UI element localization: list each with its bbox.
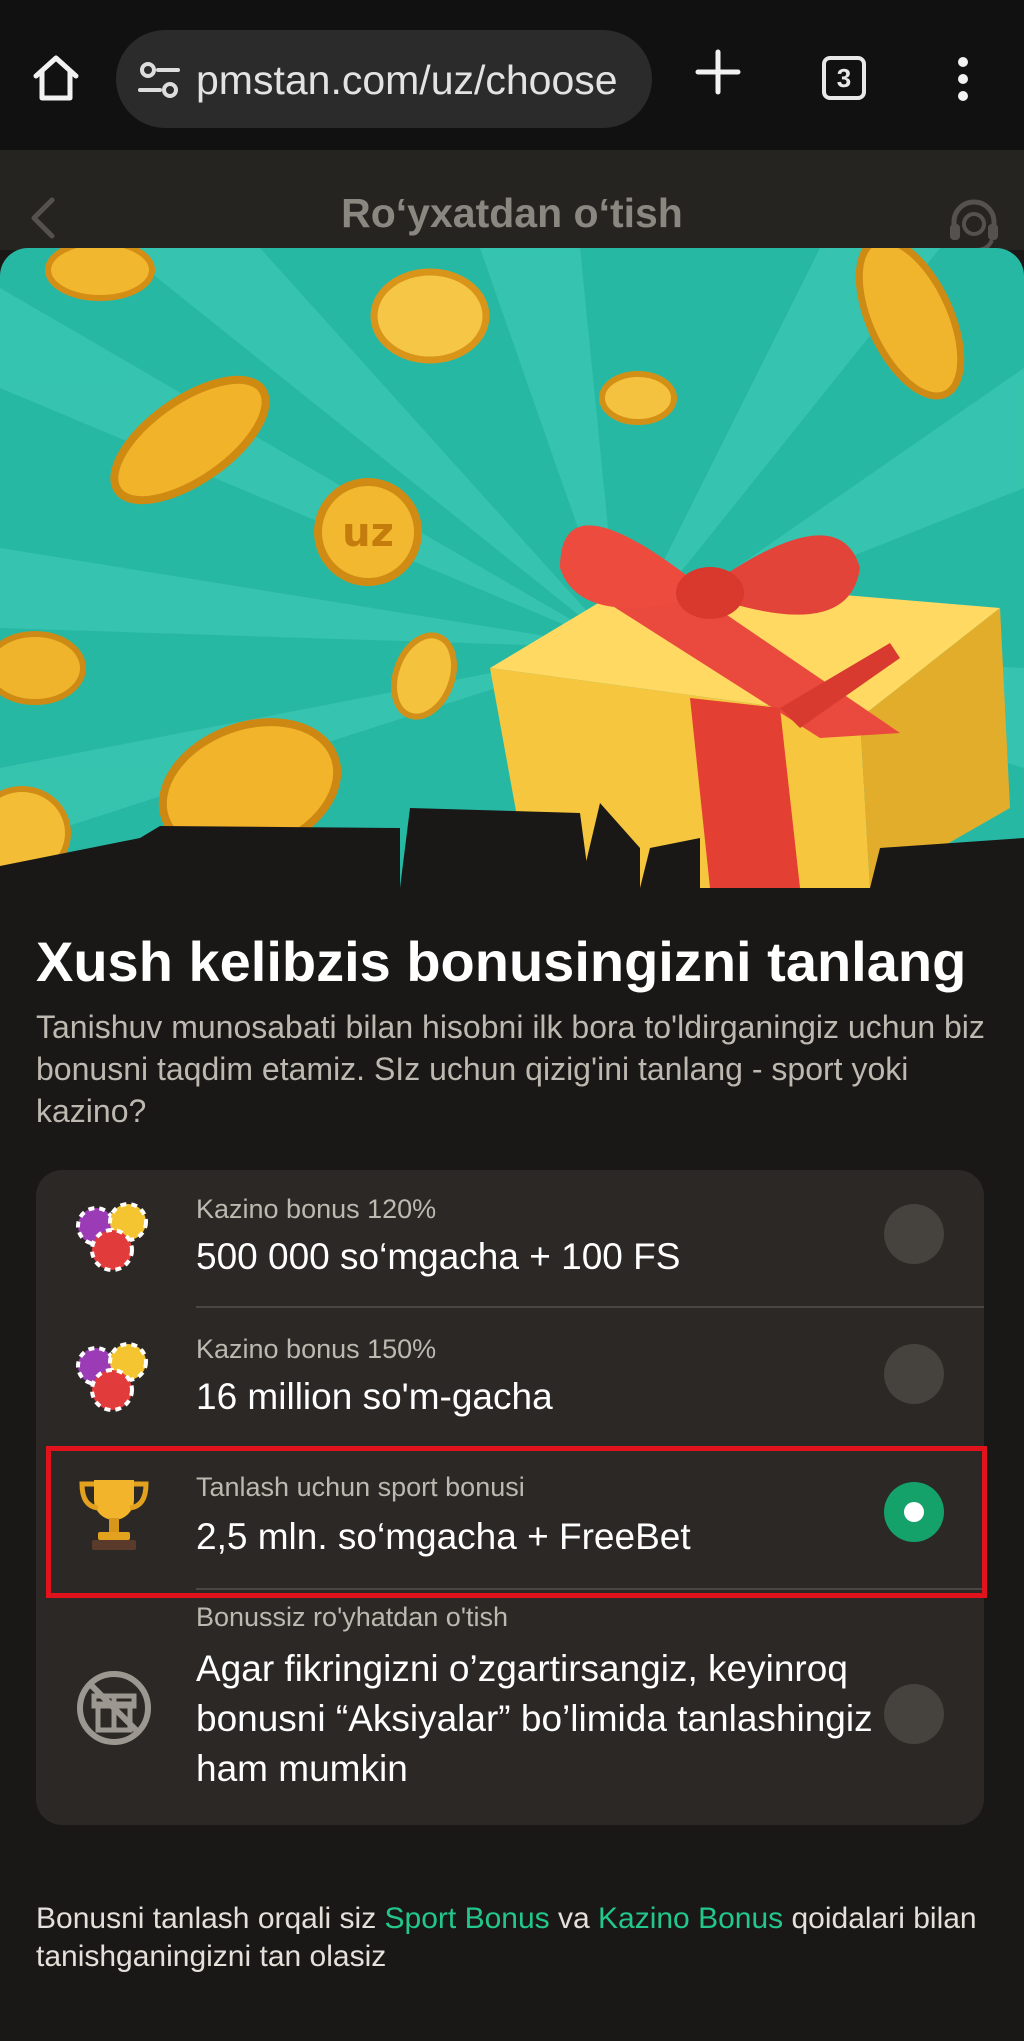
option-title: 500 000 so‘mgacha + 100 FS: [196, 1236, 681, 1277]
site-settings-icon[interactable]: [138, 60, 180, 100]
promo-banner-image: uz: [0, 248, 1024, 888]
bonus-option-casino-150[interactable]: Kazino bonus 150% 16 million so'm-gacha: [36, 1310, 984, 1450]
casino-bonus-link[interactable]: Kazino Bonus: [598, 1902, 783, 1935]
new-tab-icon[interactable]: [694, 48, 742, 96]
welcome-description: Tanishuv munosabati bilan hisobni ilk bo…: [36, 1009, 985, 1129]
option-radio[interactable]: [884, 1344, 944, 1404]
option-subtitle: Bonussiz ro'yhatdan o'tish: [196, 1602, 508, 1632]
sport-bonus-link[interactable]: Sport Bonus: [385, 1902, 550, 1935]
browser-toolbar: pmstan.com/uz/choose 3: [0, 0, 1024, 150]
option-radio[interactable]: [884, 1684, 944, 1744]
option-radio[interactable]: [884, 1204, 944, 1264]
bonus-option-casino-120[interactable]: Kazino bonus 120% 500 000 so‘mgacha + 10…: [36, 1170, 984, 1310]
address-bar[interactable]: pmstan.com/uz/choose: [116, 30, 652, 128]
welcome-heading: Xush kelibzis bonusingizni tanlang: [36, 930, 967, 993]
no-gift-icon: [77, 1671, 151, 1745]
page-title: Ro‘yxatdan o‘tish: [341, 190, 683, 236]
option-subtitle: Kazino bonus 120%: [196, 1194, 437, 1224]
option-title: 16 million so'm-gacha: [196, 1376, 553, 1417]
url-text[interactable]: pmstan.com/uz/choose: [196, 56, 636, 104]
svg-text:uz: uz: [342, 510, 394, 556]
option-title: Agar fikringizni o’zgartirsangiz, keyinr…: [196, 1648, 873, 1789]
home-icon[interactable]: [30, 52, 82, 104]
terms-text-start: Bonusni tanlash orqali siz: [36, 1902, 385, 1935]
option-subtitle: Kazino bonus 150%: [196, 1334, 437, 1364]
casino-chips-icon: [76, 1202, 148, 1272]
divider: [196, 1306, 984, 1308]
more-menu-icon[interactable]: [956, 56, 970, 102]
terms-note: Bonusni tanlash orqali siz Sport Bonus v…: [36, 1900, 996, 1976]
terms-text-middle: va: [549, 1902, 598, 1935]
bonus-option-none[interactable]: Bonussiz ro'yhatdan o'tish Agar fikringi…: [36, 1600, 984, 1825]
tab-count-button[interactable]: 3: [822, 56, 866, 100]
casino-chips-icon: [76, 1342, 148, 1412]
selected-option-highlight: [46, 1446, 987, 1598]
